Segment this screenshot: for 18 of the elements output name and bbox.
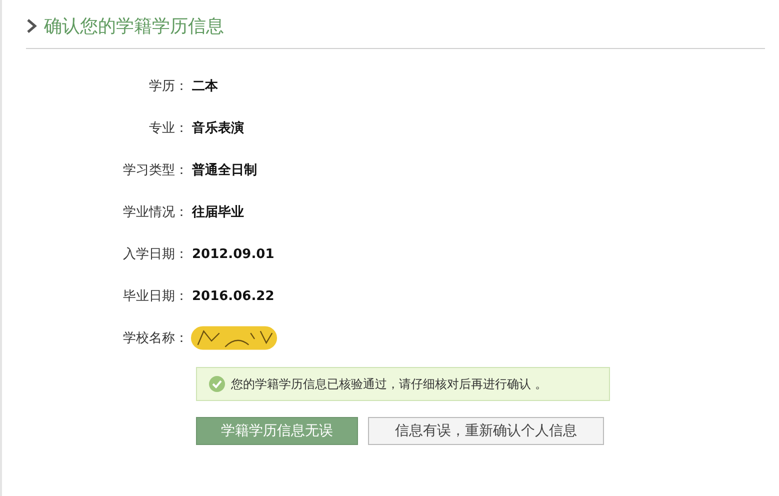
notice-text: 您的学籍学历信息已核验通过，请仔细核对后再进行确认 。 [231,376,547,392]
check-icon [209,376,225,392]
field-label: 专业： [148,120,188,137]
field-label: 入学日期： [122,246,188,263]
page-title: 确认您的学籍学历信息 [44,15,224,38]
field-label: 学校名称： [122,330,188,347]
field-value: 2012.09.01 [192,246,274,262]
reconfirm-button[interactable]: 信息有误，重新确认个人信息 [368,417,604,445]
field-value: 2016.06.22 [192,288,274,304]
field-label: 毕业日期： [122,288,188,305]
field-label: 学历： [148,78,188,95]
chevron-icon [26,18,38,34]
field-label: 学习类型： [122,162,188,179]
field-value: 二本 [192,78,218,95]
field-label: 学业情况： [122,204,188,221]
field-value: 往届毕业 [192,204,244,221]
field-value: 普通全日制 [192,162,257,179]
field-value: 音乐表演 [192,120,244,137]
